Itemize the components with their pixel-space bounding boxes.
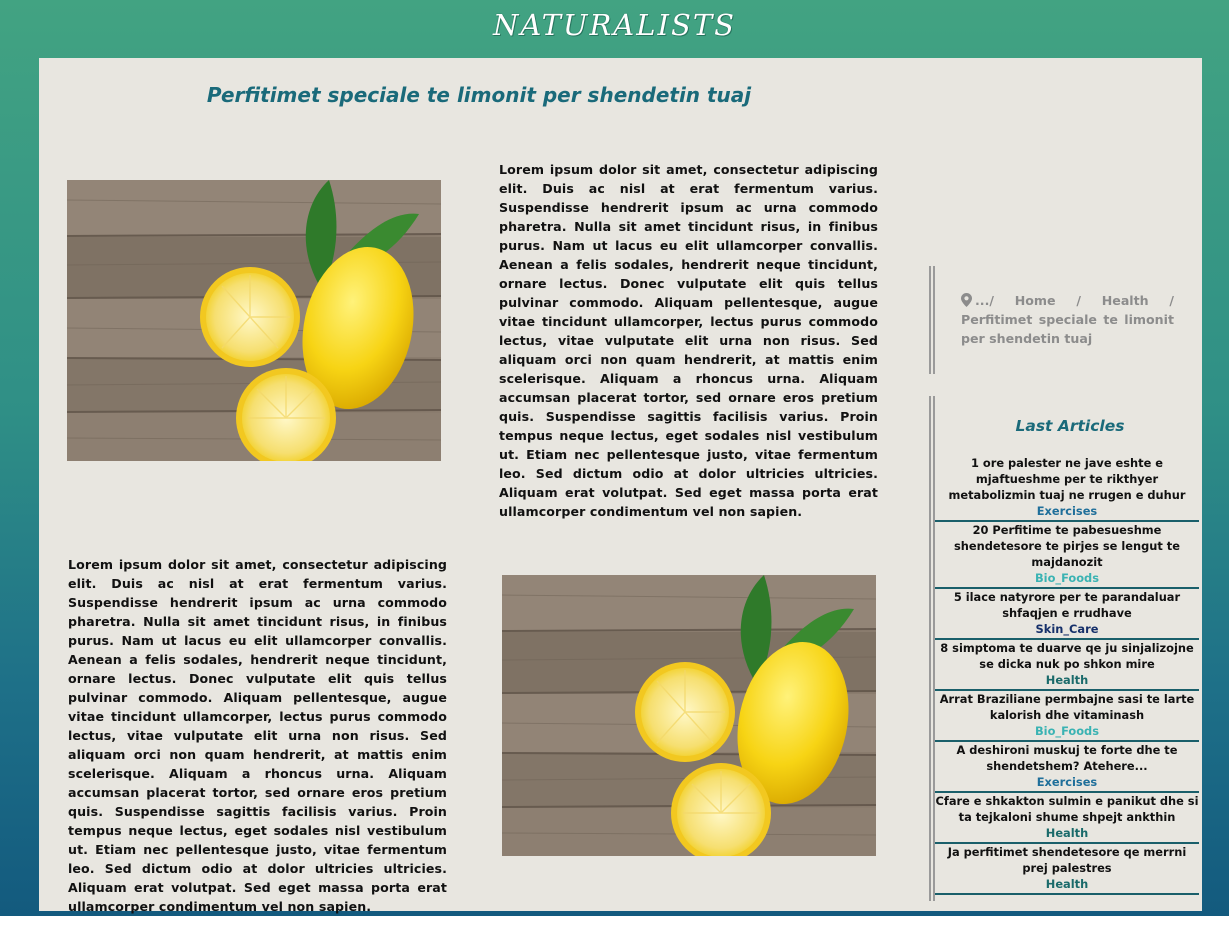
article-link[interactable]: A deshironi muskuj te forte dhe te shend… [935,742,1199,774]
article-link[interactable]: Arrat Braziliane permbajne sasi te larte… [935,691,1199,723]
category-link[interactable]: Skin_Care [935,621,1199,637]
article-paragraph: Lorem ipsum dolor sit amet, consectetur … [499,162,878,519]
article-paragraph: Lorem ipsum dolor sit amet, consectetur … [68,557,447,914]
article-link[interactable]: 5 ilace natyrore per te parandaluar shfa… [935,589,1199,621]
breadcrumb[interactable]: .../ Home / Health / Perfitimet speciale… [961,291,1174,348]
lemons-image [502,575,876,856]
article-link[interactable]: Ja perfitimet shendetesore qe merrni pre… [935,844,1199,876]
article-link[interactable]: Cfare e shkakton sulmin e panikut dhe si… [935,793,1199,825]
category-link[interactable]: Bio_Foods [935,723,1199,739]
article-link[interactable]: 1 ore palester ne jave eshte e mjaftuesh… [935,455,1199,503]
breadcrumb-text: .../ Home / Health / Perfitimet speciale… [961,293,1174,346]
article-title: Perfitimet speciale te limonit per shend… [206,83,752,107]
divider [933,266,935,374]
last-articles-list: 1 ore palester ne jave eshte e mjaftuesh… [935,455,1199,895]
map-marker-icon [961,293,972,307]
category-link[interactable]: Health [935,876,1199,892]
divider [929,396,931,901]
divider [929,266,931,374]
category-link[interactable]: Health [935,672,1199,688]
content-panel: Perfitimet speciale te limonit per shend… [39,58,1202,914]
site-logo[interactable]: NATURALISTS [0,8,1229,42]
list-item[interactable]: 5 ilace natyrore per te parandaluar shfa… [935,589,1199,640]
list-item[interactable]: Ja perfitimet shendetesore qe merrni pre… [935,844,1199,895]
list-item[interactable]: 1 ore palester ne jave eshte e mjaftuesh… [935,455,1199,522]
category-link[interactable]: Health [935,825,1199,841]
list-item[interactable]: 8 simptoma te duarve qe ju sinjalizojne … [935,640,1199,691]
category-link[interactable]: Bio_Foods [935,570,1199,586]
category-link[interactable]: Exercises [935,774,1199,790]
breadcrumb-box: .../ Home / Health / Perfitimet speciale… [929,266,1202,374]
list-item[interactable]: 20 Perfitime te pabesueshme shendetesore… [935,522,1199,589]
category-link[interactable]: Exercises [935,503,1199,519]
article-link[interactable]: 8 simptoma te duarve qe ju sinjalizojne … [935,640,1199,672]
list-item[interactable]: A deshironi muskuj te forte dhe te shend… [935,742,1199,793]
list-item[interactable]: Arrat Braziliane permbajne sasi te larte… [935,691,1199,742]
last-articles-sidebar: Last Articles 1 ore palester ne jave esh… [929,396,1202,901]
last-articles-heading: Last Articles [1015,417,1125,435]
list-item[interactable]: Cfare e shkakton sulmin e panikut dhe si… [935,793,1199,844]
lemons-image [67,180,441,461]
article-link[interactable]: 20 Perfitime te pabesueshme shendetesore… [935,522,1199,570]
